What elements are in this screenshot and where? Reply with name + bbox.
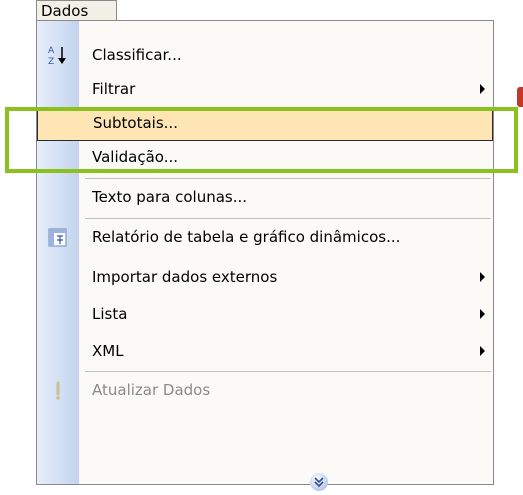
menu-item-label: XML — [92, 342, 124, 360]
menu-separator — [85, 371, 491, 372]
menu-item-label: Filtrar — [92, 80, 136, 98]
annotation-highlight-box — [5, 107, 518, 173]
menu-item-label: Lista — [92, 305, 128, 323]
menu-item-label: Atualizar Dados — [92, 381, 211, 399]
menu-item-label: Classificar... — [92, 46, 182, 64]
menu-item-xml[interactable]: XML — [37, 335, 493, 369]
submenu-arrow-icon — [480, 346, 485, 356]
menu-dados[interactable]: Dados — [36, 0, 117, 20]
menu-item-classificar[interactable]: A Z Classificar... — [37, 39, 493, 73]
pivot-table-icon — [48, 228, 67, 247]
menu-item-label: Relatório de tabela e gráfico dinâmicos.… — [92, 228, 401, 246]
menu-item-lista[interactable]: Lista — [37, 298, 493, 332]
refresh-icon — [56, 381, 60, 400]
svg-text:Z: Z — [48, 57, 54, 66]
menu-separator — [85, 218, 491, 219]
svg-text:A: A — [48, 46, 55, 56]
dados-dropdown: A Z Classificar... Filtrar Subtotais... … — [36, 20, 494, 491]
menu-item-texto-para-colunas[interactable]: Texto para colunas... — [37, 181, 493, 215]
submenu-arrow-icon — [480, 309, 485, 319]
menu-item-label: Texto para colunas... — [92, 188, 248, 206]
menu-separator — [85, 178, 491, 179]
menu-item-relatorio-tabela-dinamica[interactable]: Relatório de tabela e gráfico dinâmicos.… — [37, 221, 493, 255]
background-edge-mark — [517, 87, 523, 107]
sort-az-icon: A Z — [48, 46, 66, 66]
chevron-double-down-icon[interactable] — [310, 473, 328, 491]
submenu-arrow-icon — [480, 272, 485, 282]
menu-item-filtrar[interactable]: Filtrar — [37, 73, 493, 107]
menu-dados-label: Dados — [41, 2, 89, 20]
menu-item-atualizar-dados[interactable]: Atualizar Dados — [37, 374, 493, 408]
submenu-arrow-icon — [480, 84, 485, 94]
menu-item-label: Importar dados externos — [92, 268, 278, 286]
menu-item-importar-dados-externos[interactable]: Importar dados externos — [37, 261, 493, 295]
